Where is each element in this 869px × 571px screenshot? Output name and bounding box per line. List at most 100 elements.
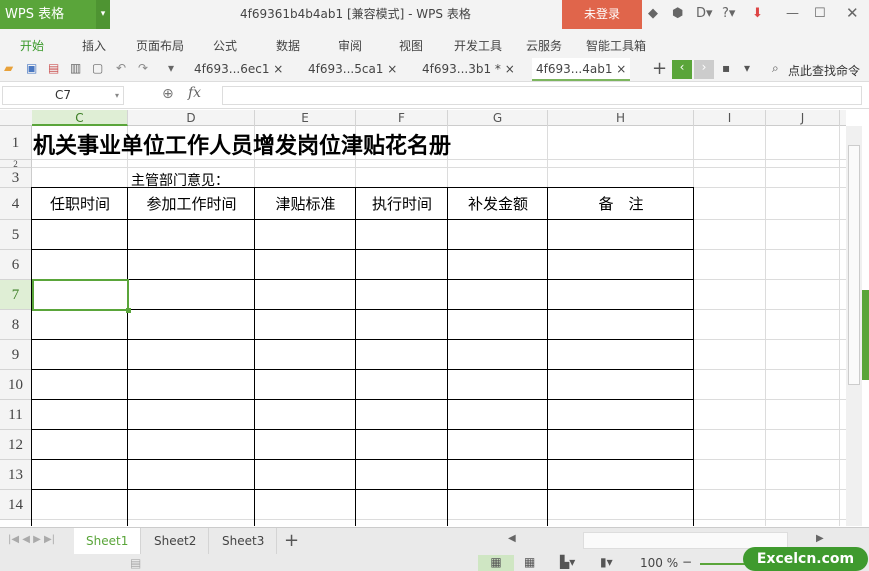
scroll-left-icon[interactable]: ◀ [508,533,516,544]
search-icon[interactable]: ⌕ [772,61,779,76]
selected-cell-c7[interactable] [32,279,129,311]
column-title[interactable]: 执行时间 [356,188,448,220]
row-header[interactable]: 4 [0,188,32,220]
skin-icon[interactable]: ◆ [648,6,658,21]
side-panel-toggle[interactable] [862,290,869,380]
preview-icon[interactable]: ▢ [92,61,103,75]
sheet-title[interactable]: 机关事业单位工作人员增发岗位津贴花名册 [33,128,451,160]
page-break-view-icon[interactable]: ▦ [524,555,535,569]
row-header[interactable]: 10 [0,370,32,400]
row-header[interactable]: 9 [0,340,32,370]
scroll-right-icon[interactable]: ▶ [816,533,824,544]
settings-icon[interactable]: ⬢ [672,6,683,21]
menu-3[interactable]: 公式 [213,37,237,54]
menu-9[interactable]: 智能工具箱 [586,37,646,54]
column-header[interactable]: E [255,110,356,126]
watermark-logo: Excelcn.com [743,547,868,571]
column-header[interactable]: H [548,110,694,126]
normal-view-icon[interactable]: ▦ [478,555,514,571]
row-header[interactable]: 13 [0,460,32,490]
row-header[interactable]: 8 [0,310,32,340]
chevron-down-icon[interactable]: ▾ [168,61,174,75]
table-border [32,459,694,460]
login-button[interactable]: 未登录 [562,0,642,29]
doc-tab[interactable]: 4f693...3b1 * × [418,58,519,81]
share-icon[interactable]: D▾ [696,6,713,21]
menu-5[interactable]: 审阅 [338,37,362,54]
next-tab-button[interactable]: › [694,60,714,79]
download-icon[interactable]: ⬇ [752,6,763,21]
table-border [127,187,128,526]
column-header[interactable]: I [694,110,766,126]
menu-7[interactable]: 开发工具 [454,37,502,54]
close-icon[interactable]: ✕ [846,4,859,22]
help-icon[interactable]: ?▾ [722,6,735,21]
zoom-slider[interactable] [700,563,750,565]
chevron-down-icon[interactable]: ▾ [96,0,110,29]
prev-tab-button[interactable]: ‹ [672,60,692,79]
column-title[interactable]: 津贴标准 [255,188,356,220]
formula-input[interactable] [222,86,862,105]
menu-8[interactable]: 云服务 [526,37,562,54]
column-header[interactable]: F [356,110,448,126]
app-menu-button[interactable]: WPS 表格 ▾ [0,0,110,29]
add-sheet-icon[interactable]: + [284,530,299,551]
menu-6[interactable]: 视图 [399,37,423,54]
open-icon[interactable]: ▰ [4,61,13,75]
print-icon[interactable]: ▥ [70,61,81,75]
vertical-scroll-thumb[interactable] [848,145,860,385]
sheet-nav-icons[interactable]: |◀ ◀ ▶ ▶| [8,534,55,545]
app-logo: WPS 表格 [5,7,65,22]
maximize-icon[interactable]: ☐ [814,6,826,21]
column-header[interactable]: C [32,110,128,126]
row-header[interactable]: 5 [0,220,32,250]
sheet-tab[interactable]: Sheet3 [210,528,278,554]
row-header[interactable]: 1 [0,126,32,160]
column-title[interactable]: 任职时间 [32,188,128,220]
column-header[interactable]: G [448,110,548,126]
row-header[interactable]: 2 [0,160,32,169]
minimize-icon[interactable]: — [786,6,799,21]
pin-icon[interactable]: ▾ [744,61,750,75]
row-header[interactable]: 6 [0,250,32,280]
zoom-level[interactable]: 100 % [640,556,678,570]
page-layout-icon[interactable]: ▙▾ [560,555,575,569]
zoom-out-icon[interactable]: − [682,555,692,569]
row-header[interactable]: 7 [0,280,32,310]
chevron-down-icon[interactable]: ▾ [115,87,119,104]
table-border [32,369,694,370]
row-header[interactable]: 14 [0,490,32,520]
name-box[interactable]: C7 ▾ [2,86,124,105]
column-header[interactable]: J [766,110,840,126]
new-tab-icon[interactable]: + [652,58,667,79]
fx-icon[interactable]: fx [188,85,201,101]
monitor-icon[interactable]: ▪ [722,61,730,75]
sheet-tab[interactable]: Sheet1 [74,528,142,554]
column-title[interactable]: 备 注 [548,188,694,220]
menu-4[interactable]: 数据 [276,37,300,54]
pdf-icon[interactable]: ▤ [48,61,59,75]
menu-2[interactable]: 页面布局 [136,37,184,54]
doc-tab[interactable]: 4f693...6ec1 × [190,58,287,81]
zoom-formula-icon[interactable]: ⊕ [162,86,174,102]
sheet-tab[interactable]: Sheet2 [142,528,210,554]
doc-tab[interactable]: 4f693...5ca1 × [304,58,401,81]
sheet-list-icon[interactable]: ▤ [130,556,141,570]
dept-opinion-label[interactable]: 主管部门意见： [131,170,229,190]
doc-tab[interactable]: 4f693...4ab1 × [532,58,631,81]
column-title[interactable]: 参加工作时间 [128,188,255,220]
fill-handle[interactable] [126,308,131,313]
reading-mode-icon[interactable]: ▮▾ [600,555,613,569]
menu-1[interactable]: 插入 [82,37,106,54]
redo-icon[interactable]: ↷ [138,61,148,75]
command-search[interactable]: 点此查找命令 [788,62,860,79]
row-header[interactable]: 3 [0,168,32,188]
save-icon[interactable]: ▣ [26,61,37,75]
column-header[interactable]: D [128,110,255,126]
undo-icon[interactable]: ↶ [116,61,126,75]
column-title[interactable]: 补发金额 [448,188,548,220]
row-header[interactable]: 11 [0,400,32,430]
row-header[interactable]: 12 [0,430,32,460]
table-border [32,399,694,400]
menu-0[interactable]: 开始 [20,37,44,54]
